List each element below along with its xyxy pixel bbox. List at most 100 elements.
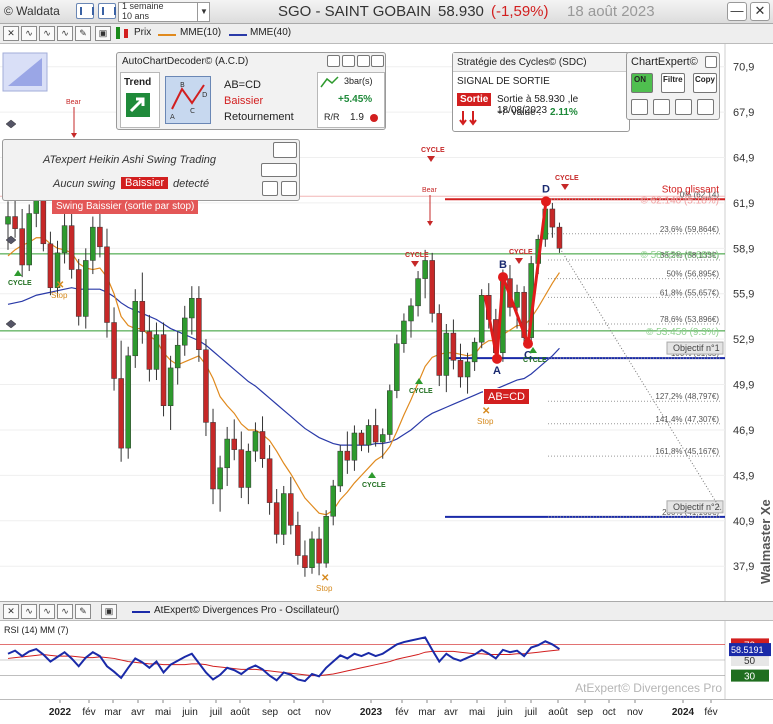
euro-icon[interactable]: [342, 55, 355, 67]
cycle-label: CYCLE: [555, 175, 579, 182]
portfolio-book-icon[interactable]: [76, 3, 94, 19]
close-button[interactable]: ✕: [750, 2, 770, 21]
x-tick-label: avr: [131, 707, 146, 718]
rsi-chart[interactable]: 70503058.5191RSI (14) MM (7)AtExpert© Di…: [0, 621, 773, 699]
tools-icon[interactable]: ✕: [3, 604, 19, 619]
chart-alt-icon[interactable]: [281, 181, 297, 196]
tools-icon[interactable]: ✕: [3, 26, 19, 41]
cycle-label: CYCLE: [509, 249, 533, 256]
settings-icon[interactable]: [357, 55, 370, 67]
oscillator-icon[interactable]: ∿: [39, 26, 55, 41]
candle-body: [273, 502, 280, 535]
candle-body: [450, 332, 457, 361]
chevron-down-icon[interactable]: ▼: [197, 2, 210, 22]
acd-perf: +5.45%: [338, 94, 373, 105]
rsi-label: RSI (14) MM (7): [4, 625, 69, 635]
edit-icon[interactable]: ✎: [75, 604, 91, 619]
move-icon[interactable]: [705, 56, 717, 68]
sdc-signal: SIGNAL DE SORTIE: [457, 76, 550, 87]
candle-body: [422, 260, 428, 279]
abcd-point-label: D: [542, 183, 550, 195]
chart-tool-icon[interactable]: [631, 99, 648, 115]
on-toggle[interactable]: ON: [631, 73, 653, 93]
acd-title: AutoChartDecoder© (A.C.D): [122, 56, 249, 67]
indicator-toolbar: ✕ ∿ ∿ ∿ ✎ ▣ Prix MME(10) MME(40): [0, 24, 773, 44]
y-tick-label: 61,9: [733, 198, 754, 210]
price-change: (-1,59%): [491, 3, 549, 20]
x-tick-label: 2023: [360, 707, 383, 718]
lock-icon[interactable]: ▣: [101, 604, 117, 619]
info-icon[interactable]: [327, 55, 340, 67]
stop-label: Stop: [51, 291, 68, 300]
x-tick-label: sep: [262, 707, 279, 718]
candle-body: [174, 344, 181, 369]
acd-pattern: AB=CD: [224, 79, 261, 91]
legend-ma10[interactable]: MME(10): [180, 27, 221, 38]
oscillator-icon[interactable]: ∿: [39, 604, 55, 619]
legend-ma40[interactable]: MME(40): [250, 27, 291, 38]
oscillator-watermark: AtExpert© Divergences Pro: [575, 681, 722, 695]
move-icon[interactable]: [371, 55, 384, 67]
stop-x-icon: ✕: [482, 406, 490, 417]
candle-body: [40, 199, 47, 245]
risk-status-dot: [370, 114, 378, 122]
exit-arrows-icon: [459, 111, 477, 126]
swing-status-badge: Baissier: [121, 177, 169, 189]
candle-icon: [116, 27, 120, 39]
chevron-up-icon[interactable]: [273, 142, 297, 158]
alert-icon[interactable]: ∿: [57, 604, 73, 619]
legend-price[interactable]: Prix: [134, 27, 151, 38]
stop-x-icon: ✕: [321, 573, 329, 584]
svg-text:A: A: [170, 113, 175, 121]
y-tick-label: 43,9: [733, 470, 754, 482]
x-axis: 2022 fév mar avr mai juin juil août sep oct nov 202…: [0, 699, 773, 720]
oscillator-title[interactable]: AtExpert© Divergences Pro - Oscillateur(…: [154, 605, 339, 616]
candle-body: [125, 355, 131, 449]
collapse-tool-icon[interactable]: [2, 52, 48, 92]
pencil-icon[interactable]: [697, 99, 714, 115]
candle-body: [231, 438, 237, 450]
pattern-thumbnail[interactable]: B A CD: [165, 76, 211, 124]
edit-icon[interactable]: ✎: [75, 26, 91, 41]
x-tick-label: oct: [287, 707, 301, 718]
indicator-icon[interactable]: ∿: [21, 604, 37, 619]
minimize-button[interactable]: —: [727, 2, 747, 21]
settings-tools-icon[interactable]: [261, 163, 297, 177]
candle-body: [146, 331, 153, 370]
sdc-panel: Stratégie des Cycles© (SDC) SIGNAL DE SO…: [452, 52, 630, 132]
list-book-icon[interactable]: [98, 3, 116, 19]
candle-body: [394, 343, 400, 391]
lock-icon[interactable]: ▣: [95, 26, 111, 41]
x-tick-label: fév: [395, 707, 408, 718]
candle-body: [238, 449, 245, 488]
stop-x-icon: ✕: [56, 280, 64, 291]
indicator-icon[interactable]: ∿: [21, 26, 37, 41]
abcd-point: [492, 353, 502, 364]
y-tick-label: 46,9: [733, 425, 754, 437]
candle-body: [464, 361, 471, 378]
trend-label: Trend: [124, 77, 152, 88]
acd-type: Retournement: [224, 111, 294, 123]
candle-body: [12, 216, 18, 229]
period-label: 1 semaine 10 ans: [122, 1, 164, 21]
x-tick-label: juin: [496, 707, 513, 718]
candle-body: [97, 226, 103, 248]
candle-body: [118, 378, 124, 449]
cycle-label: CYCLE: [362, 482, 386, 489]
chart-icon[interactable]: [262, 181, 278, 196]
x-tick-label: mai: [469, 707, 485, 718]
period-range: 10 ans: [122, 11, 150, 21]
legend-ma40-swatch: [229, 34, 247, 36]
abcd-badge: AB=CD: [483, 388, 530, 405]
copy-toggle[interactable]: Copy: [693, 73, 717, 93]
candle-body: [132, 301, 139, 357]
y-tick-label: 55,9: [733, 289, 754, 301]
x-tick-label: mar: [104, 707, 122, 718]
filter-toggle[interactable]: Filtre: [661, 73, 685, 93]
svg-text:C: C: [190, 107, 195, 115]
candle-body: [160, 334, 167, 406]
report-icon[interactable]: [675, 99, 692, 115]
candle-body: [83, 260, 89, 317]
scan-icon[interactable]: [653, 99, 670, 115]
alert-icon[interactable]: ∿: [57, 26, 73, 41]
